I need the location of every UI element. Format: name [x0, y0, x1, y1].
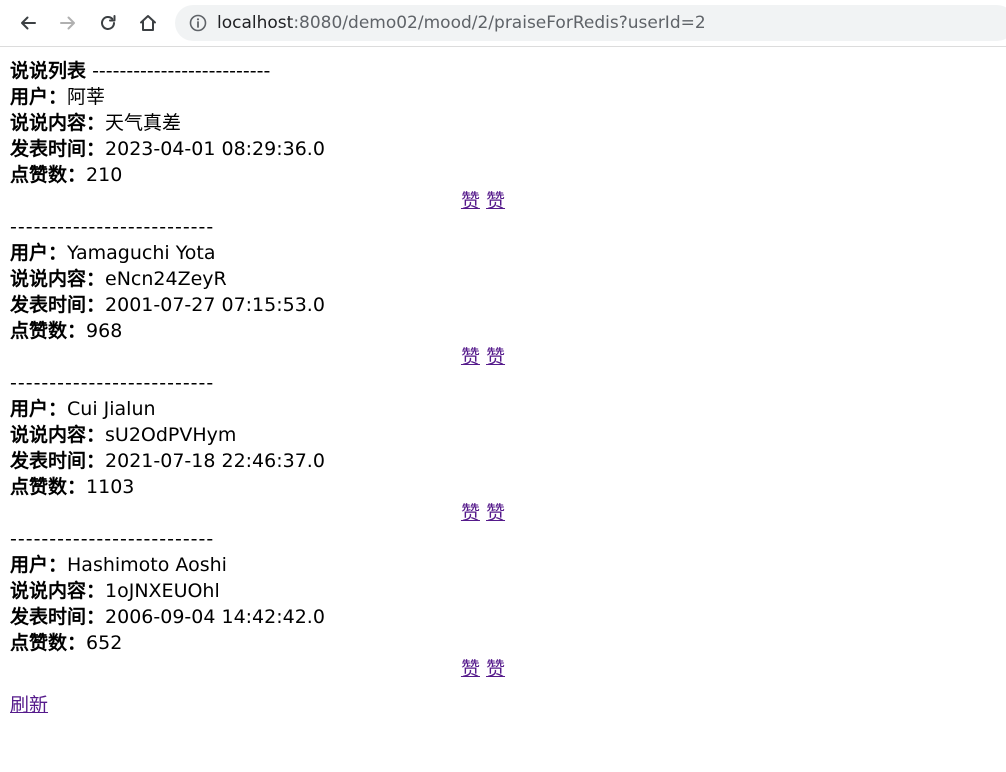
separator: -------------------------- — [10, 528, 215, 550]
user-value: Hashimoto Aoshi — [67, 554, 227, 576]
mood-item: 用户：Hashimoto Aoshi 说说内容：1oJNXEUOhl 发表时间：… — [10, 552, 990, 682]
reload-button[interactable] — [93, 8, 123, 38]
like-redis-link[interactable]: 赞 — [486, 658, 505, 680]
likes-value: 968 — [86, 320, 123, 342]
home-icon — [140, 15, 156, 31]
like-redis-link[interactable]: 赞 — [486, 346, 505, 368]
forward-button[interactable] — [53, 8, 83, 38]
likes-line: 点赞数：1103 — [10, 474, 990, 500]
user-label: 用户： — [10, 242, 68, 264]
like-redis-link[interactable]: 赞 — [486, 502, 505, 524]
user-line: 用户：Hashimoto Aoshi — [10, 552, 990, 578]
content-label: 说说内容： — [10, 112, 106, 134]
user-label: 用户： — [10, 554, 68, 576]
time-value: 2021-07-18 22:46:37.0 — [105, 450, 325, 472]
page-title: 说说列表 — [10, 60, 87, 82]
back-button[interactable] — [13, 8, 43, 38]
likes-label: 点赞数： — [10, 476, 87, 498]
separator: -------------------------- — [92, 60, 271, 82]
time-value: 2001-07-27 07:15:53.0 — [105, 294, 325, 316]
likes-line: 点赞数：968 — [10, 318, 990, 344]
user-value: 阿莘 — [67, 86, 106, 108]
like-link[interactable]: 赞 — [461, 346, 480, 368]
like-link[interactable]: 赞 — [461, 502, 480, 524]
url-host: localhost — [217, 13, 294, 33]
likes-line: 点赞数：210 — [10, 162, 990, 188]
content-value: 1oJNXEUOhl — [105, 580, 220, 602]
like-link[interactable]: 赞 — [461, 658, 480, 680]
user-label: 用户： — [10, 86, 68, 108]
user-value: Yamaguchi Yota — [67, 242, 216, 264]
address-bar[interactable]: localhost:8080/demo02/mood/2/praiseForRe… — [175, 5, 1006, 41]
like-actions: 赞 赞 — [10, 656, 956, 682]
list-heading-line: 说说列表 -------------------------- — [10, 58, 990, 84]
content-value: eNcn24ZeyR — [105, 268, 227, 290]
mood-list: 说说列表 -------------------------- 用户：阿莘 说说… — [10, 58, 990, 718]
likes-label: 点赞数： — [10, 164, 87, 186]
time-line: 发表时间：2021-07-18 22:46:37.0 — [10, 448, 990, 474]
time-label: 发表时间： — [10, 606, 106, 628]
content-line: 说说内容：天气真差 — [10, 110, 990, 136]
like-link[interactable]: 赞 — [461, 190, 480, 212]
content-value: sU2OdPVHym — [105, 424, 237, 446]
content-value: 天气真差 — [105, 112, 182, 134]
user-line: 用户：阿莘 — [10, 84, 990, 110]
arrow-right-icon — [60, 16, 75, 30]
likes-line: 点赞数：652 — [10, 630, 990, 656]
content-label: 说说内容： — [10, 424, 106, 446]
content-label: 说说内容： — [10, 580, 106, 602]
user-value: Cui Jialun — [67, 398, 156, 420]
separator: -------------------------- — [10, 372, 215, 394]
content-line: 说说内容：1oJNXEUOhl — [10, 578, 990, 604]
time-value: 2006-09-04 14:42:42.0 — [105, 606, 325, 628]
user-label: 用户： — [10, 398, 68, 420]
likes-label: 点赞数： — [10, 320, 87, 342]
likes-value: 210 — [86, 164, 123, 186]
time-label: 发表时间： — [10, 450, 106, 472]
refresh-link[interactable]: 刷新 — [10, 694, 48, 716]
mood-item: 用户：Cui Jialun 说说内容：sU2OdPVHym 发表时间：2021-… — [10, 396, 990, 552]
refresh-row: 刷新 — [10, 692, 990, 718]
user-line: 用户：Yamaguchi Yota — [10, 240, 990, 266]
separator: -------------------------- — [10, 216, 215, 238]
likes-value: 652 — [86, 632, 123, 654]
time-label: 发表时间： — [10, 294, 106, 316]
time-label: 发表时间： — [10, 138, 106, 160]
time-line: 发表时间：2006-09-04 14:42:42.0 — [10, 604, 990, 630]
content-label: 说说内容： — [10, 268, 106, 290]
time-value: 2023-04-01 08:29:36.0 — [105, 138, 325, 160]
time-line: 发表时间：2001-07-27 07:15:53.0 — [10, 292, 990, 318]
url-text[interactable]: localhost:8080/demo02/mood/2/praiseForRe… — [217, 5, 706, 41]
content-line: 说说内容：sU2OdPVHym — [10, 422, 990, 448]
likes-label: 点赞数： — [10, 632, 87, 654]
browser-toolbar: localhost:8080/demo02/mood/2/praiseForRe… — [0, 0, 1006, 47]
like-redis-link[interactable]: 赞 — [486, 190, 505, 212]
arrow-left-icon — [21, 16, 36, 30]
time-line: 发表时间：2023-04-01 08:29:36.0 — [10, 136, 990, 162]
mood-item: 用户：阿莘 说说内容：天气真差 发表时间：2023-04-01 08:29:36… — [10, 84, 990, 240]
reload-icon — [101, 15, 116, 30]
like-actions: 赞 赞 — [10, 344, 956, 370]
url-path: :8080/demo02/mood/2/praiseForRedis?userI… — [293, 13, 706, 33]
likes-value: 1103 — [86, 476, 135, 498]
user-line: 用户：Cui Jialun — [10, 396, 990, 422]
like-actions: 赞 赞 — [10, 188, 956, 214]
mood-item: 用户：Yamaguchi Yota 说说内容：eNcn24ZeyR 发表时间：2… — [10, 240, 990, 396]
content-line: 说说内容：eNcn24ZeyR — [10, 266, 990, 292]
info-icon[interactable] — [189, 14, 207, 32]
home-button[interactable] — [133, 8, 163, 38]
like-actions: 赞 赞 — [10, 500, 956, 526]
